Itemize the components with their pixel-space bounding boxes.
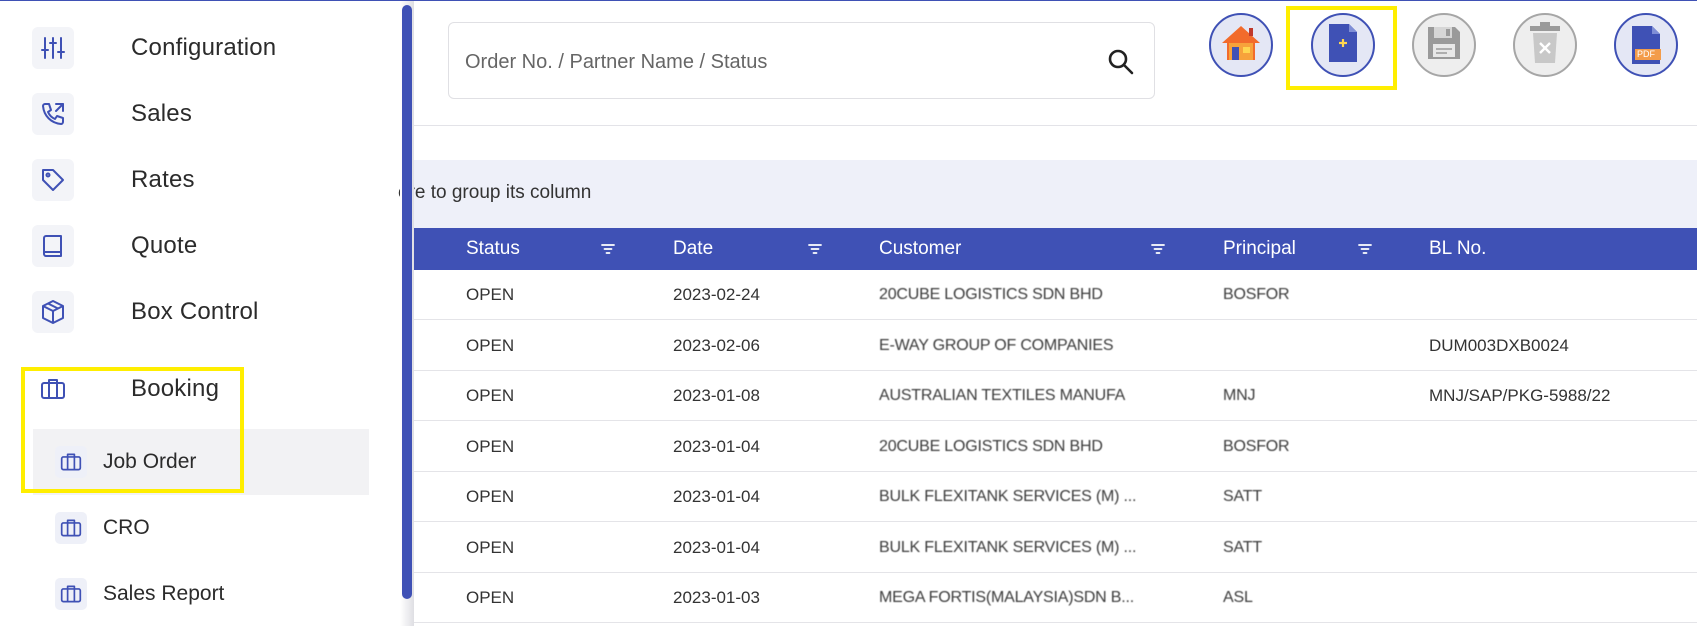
table-cell-customer: 20CUBE LOGISTICS SDN BHD: [879, 286, 1103, 303]
home-button[interactable]: [1209, 13, 1273, 77]
column-title: Customer: [879, 238, 962, 259]
table-row[interactable]: OPEN 2023-01-08 AUSTRALIAN TEXTILES MANUFA…: [414, 371, 1697, 421]
sidebar-item-label: Configuration: [131, 34, 277, 61]
table-cell-status: OPEN: [466, 538, 515, 557]
column-header-bl-no[interactable]: BL No.: [1429, 228, 1486, 270]
pdf-label: PDF: [1637, 49, 1655, 59]
grid-header: Status Date Customer Principal BL No.: [414, 228, 1697, 270]
table-cell-bl: MNJ/SAP/PKG-5988/22: [1429, 386, 1611, 405]
search-box: [448, 22, 1155, 99]
group-by-hint: ere to group its column: [398, 182, 592, 203]
tag-icon: [32, 159, 74, 201]
sidebar-item-quote[interactable]: Quote: [32, 225, 197, 267]
table-cell-status: OPEN: [466, 285, 515, 304]
table-cell-status: OPEN: [466, 336, 515, 355]
save-icon: [1425, 24, 1463, 67]
column-title: Principal: [1223, 238, 1296, 259]
briefcase-icon: [55, 578, 87, 610]
table-cell-date: 2023-02-24: [673, 285, 760, 304]
highlight-new-button: [1286, 6, 1397, 90]
table-cell-customer: E-WAY GROUP OF COMPANIES: [879, 337, 1114, 354]
sidebar-item-sales[interactable]: Sales: [32, 93, 192, 135]
table-cell-principal: BOSFOR: [1223, 438, 1290, 455]
delete-button[interactable]: [1513, 13, 1577, 77]
filter-icon[interactable]: [807, 241, 823, 257]
column-header-status[interactable]: Status: [466, 228, 520, 270]
toolbar-divider: [414, 125, 1697, 126]
pdf-icon: PDF: [1629, 24, 1663, 66]
sliders-icon: [32, 27, 74, 69]
column-header-customer[interactable]: Customer: [879, 228, 961, 270]
sidebar-item-label: Box Control: [131, 298, 259, 325]
filter-icon[interactable]: [600, 241, 616, 257]
table-cell-date: 2023-01-04: [673, 437, 760, 456]
table-row[interactable]: OPEN 2023-01-04 20CUBE LOGISTICS SDN BHD BO…: [414, 422, 1697, 472]
search-icon[interactable]: [1106, 47, 1136, 77]
table-cell-customer: MEGA FORTIS(MALAYSIA)SDN B...: [879, 589, 1134, 606]
table-cell-customer: AUSTRALIAN TEXTILES MANUFA: [879, 387, 1126, 404]
table-cell-status: OPEN: [466, 437, 515, 456]
column-header-date[interactable]: Date: [673, 228, 713, 270]
save-button[interactable]: [1412, 13, 1476, 77]
sidebar-item-label: Quote: [131, 232, 198, 259]
column-title: Status: [466, 238, 520, 259]
table-row[interactable]: OPEN 2023-01-04 BULK FLEXITANK SERVICES (M…: [414, 472, 1697, 522]
sidebar-subitem-label: Sales Report: [103, 582, 225, 605]
sidebar-item-label: Rates: [131, 166, 195, 193]
table-cell-customer: BULK FLEXITANK SERVICES (M) ...: [879, 488, 1137, 505]
sidebar-scrollbar-overlay[interactable]: [402, 5, 412, 599]
sidebar-item-box-control[interactable]: Box Control: [32, 291, 259, 333]
table-cell-date: 2023-02-06: [673, 336, 760, 355]
sidebar-item-label: Sales: [131, 100, 193, 127]
column-header-principal[interactable]: Principal: [1223, 228, 1296, 270]
table-cell-date: 2023-01-08: [673, 386, 760, 405]
table-cell-principal: MNJ: [1223, 387, 1256, 404]
sidebar-item-rates[interactable]: Rates: [32, 159, 195, 201]
sidebar-subitem-cro[interactable]: CRO: [33, 495, 369, 561]
highlight-booking: [21, 367, 244, 493]
sidebar-subitem-label: CRO: [103, 516, 150, 539]
table-row[interactable]: OPEN 2023-01-03 MEGA FORTIS(MALAYSIA)SDN B…: [414, 573, 1697, 623]
table-row[interactable]: OPEN 2023-01-04 BULK FLEXITANK SERVICES (M…: [414, 523, 1697, 573]
table-cell-customer: BULK FLEXITANK SERVICES (M) ...: [879, 539, 1137, 556]
table-cell-date: 2023-01-03: [673, 588, 760, 607]
table-cell-date: 2023-01-04: [673, 538, 760, 557]
sidebar: Configuration Sales Rates Quote Box Cont…: [0, 1, 410, 626]
briefcase-icon: [55, 512, 87, 544]
table-cell-status: OPEN: [466, 487, 515, 506]
home-icon: [1219, 23, 1263, 68]
group-by-panel[interactable]: ere to group its column: [398, 160, 1697, 228]
table-cell-principal: SATT: [1223, 539, 1262, 556]
delete-icon: [1528, 21, 1562, 70]
search-input[interactable]: [465, 45, 1065, 79]
table-cell-status: OPEN: [466, 588, 515, 607]
pdf-button[interactable]: PDF: [1614, 13, 1678, 77]
table-cell-principal: SATT: [1223, 488, 1262, 505]
sidebar-subitem-sales-report[interactable]: Sales Report: [33, 561, 369, 626]
table-row[interactable]: OPEN 2023-02-06 E-WAY GROUP OF COMPANIES DU…: [414, 321, 1697, 371]
filter-icon[interactable]: [1150, 241, 1166, 257]
table-cell-customer: 20CUBE LOGISTICS SDN BHD: [879, 438, 1103, 455]
table-cell-bl: DUM003DXB0024: [1429, 336, 1569, 355]
phone-icon: [32, 93, 74, 135]
box-icon: [32, 291, 74, 333]
table-cell-principal: ASL: [1223, 589, 1253, 606]
table-cell-principal: BOSFOR: [1223, 286, 1290, 303]
column-title: BL No.: [1429, 238, 1487, 259]
table-row[interactable]: OPEN 2023-02-24 20CUBE LOGISTICS SDN BHD BO…: [414, 270, 1697, 320]
book-icon: [32, 225, 74, 267]
sidebar-item-configuration[interactable]: Configuration: [32, 27, 276, 69]
table-cell-date: 2023-01-04: [673, 487, 760, 506]
column-title: Date: [673, 238, 714, 259]
table-cell-status: OPEN: [466, 386, 515, 405]
filter-icon[interactable]: [1357, 241, 1373, 257]
